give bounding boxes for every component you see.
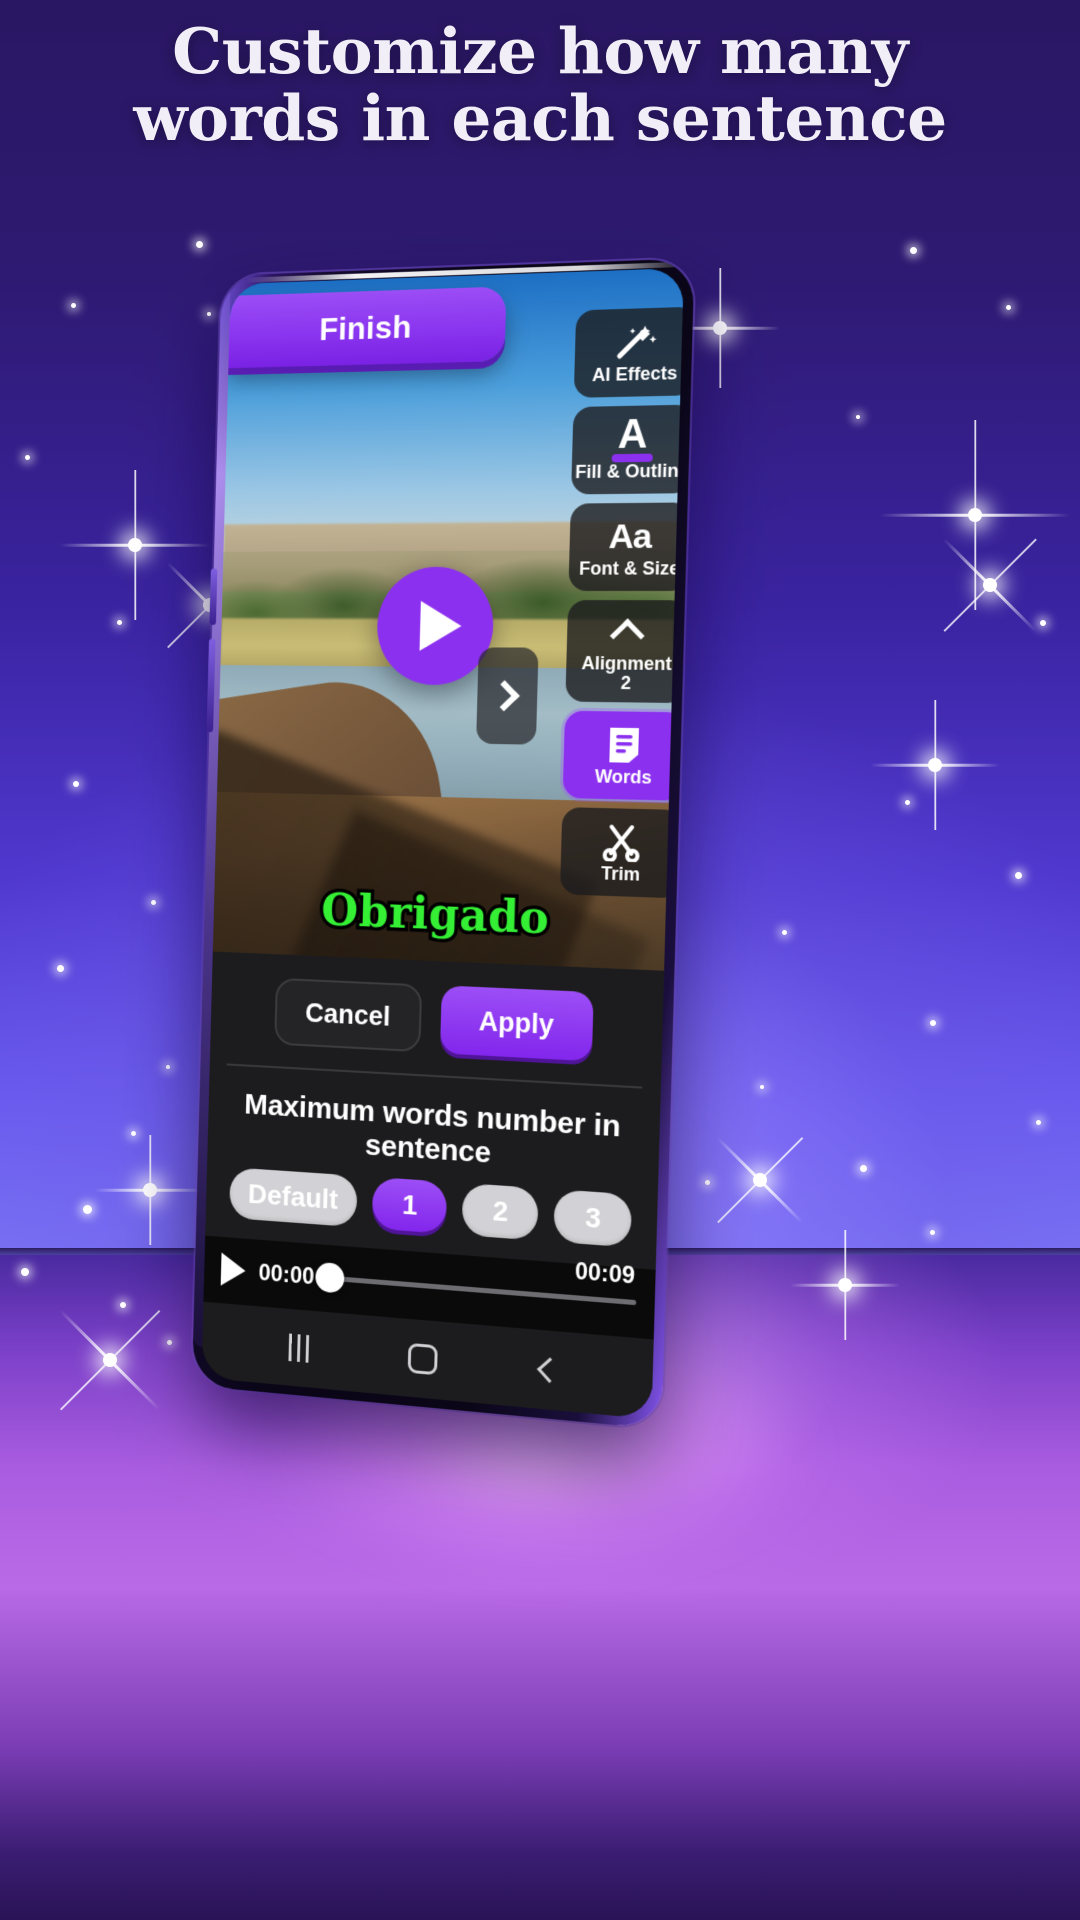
star-dot — [1006, 305, 1011, 310]
chip-3[interactable]: 3 — [553, 1189, 633, 1248]
star-dot — [117, 620, 122, 625]
tool-label: Font & Size — [578, 558, 680, 579]
document-lines-icon — [606, 725, 642, 766]
star-dot — [73, 781, 79, 787]
chevron-right-icon — [488, 680, 520, 712]
phone-mockup: Finish Obrigado AI Effects A Fill & Outl… — [135, 214, 759, 1498]
magic-wand-icon — [613, 321, 657, 363]
star-dot — [760, 1085, 764, 1089]
timeline-handle[interactable] — [314, 1261, 345, 1294]
editor-toolbar: AI Effects A Fill & Outline Aa Font & Si… — [559, 306, 684, 899]
star-dot — [1036, 1120, 1041, 1125]
promo-headline: Customize how many words in each sentenc… — [0, 18, 1080, 152]
star-dot — [83, 1205, 92, 1214]
chip-1[interactable]: 1 — [372, 1176, 448, 1234]
star-dot — [856, 415, 860, 419]
tool-label: Alignment — [581, 652, 673, 674]
home-icon[interactable] — [408, 1342, 439, 1376]
chip-2[interactable]: 2 — [462, 1182, 540, 1241]
star-dot — [25, 455, 30, 460]
play-icon[interactable] — [220, 1252, 246, 1288]
headline-line-2: words in each sentence — [133, 80, 947, 155]
apply-button[interactable]: Apply — [439, 985, 594, 1062]
tool-label: Fill & Outline — [574, 460, 684, 483]
sparkle-star — [870, 700, 1000, 830]
total-time-label: 00:09 — [574, 1257, 636, 1289]
recents-icon[interactable] — [288, 1333, 309, 1363]
tool-words[interactable]: Words — [562, 710, 684, 801]
chevron-up-icon — [609, 611, 645, 653]
tool-font-size[interactable]: Aa Font & Size — [568, 502, 684, 591]
headline-line-1: Customize how many — [172, 14, 908, 88]
sparkle-star — [790, 1230, 900, 1340]
tool-label: AI Effects — [591, 362, 678, 386]
panel-actions: Cancel Apply — [210, 967, 664, 1075]
current-time-label: 00:00 — [258, 1258, 315, 1289]
star-dot — [930, 1020, 936, 1026]
scissors-icon — [601, 821, 641, 863]
star-dot — [21, 1268, 29, 1276]
finish-button[interactable]: Finish — [228, 286, 507, 369]
star-dot — [71, 303, 76, 308]
star-dot — [930, 1230, 935, 1235]
tool-ai-effects[interactable]: AI Effects — [573, 306, 684, 398]
play-icon — [419, 600, 463, 652]
words-settings-panel: Cancel Apply Maximum words number in sen… — [201, 951, 665, 1420]
video-preview[interactable]: Finish Obrigado AI Effects A Fill & Outl… — [212, 267, 684, 971]
star-dot — [1015, 872, 1022, 879]
back-icon[interactable] — [537, 1357, 563, 1384]
cancel-button[interactable]: Cancel — [274, 977, 423, 1053]
tool-label: Trim — [600, 863, 641, 885]
chip-default[interactable]: Default — [228, 1167, 359, 1228]
star-dot — [860, 1165, 867, 1172]
tool-alignment-value: 2 — [620, 672, 632, 693]
phone-body: Finish Obrigado AI Effects A Fill & Outl… — [191, 258, 695, 1430]
tool-trim[interactable]: Trim — [559, 807, 684, 899]
tool-fill-outline[interactable]: A Fill & Outline — [571, 404, 684, 495]
next-page-button[interactable] — [476, 647, 539, 745]
letter-a-underline-icon: A — [611, 412, 654, 463]
tool-label: Words — [594, 766, 653, 788]
star-dot — [782, 930, 787, 935]
tool-alignment[interactable]: Alignment 2 — [565, 600, 684, 704]
star-dot — [57, 965, 64, 972]
phone-screen: Finish Obrigado AI Effects A Fill & Outl… — [201, 267, 684, 1420]
font-size-aa-icon: Aa — [608, 516, 652, 556]
star-dot — [910, 247, 917, 254]
